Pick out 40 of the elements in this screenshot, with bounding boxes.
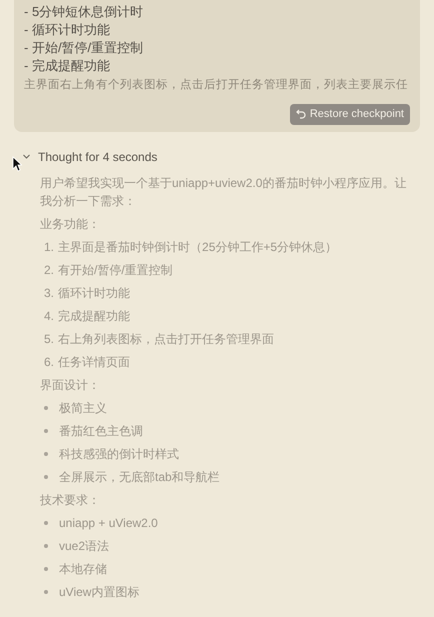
list-number: 2. <box>44 262 54 278</box>
message-line: - 5分钟短休息倒计时 <box>24 3 144 21</box>
list-number: 6. <box>44 354 54 370</box>
list-number: 1. <box>44 238 54 256</box>
list-item-text: vue2语法 <box>59 538 110 554</box>
list-number: 3. <box>44 284 54 302</box>
undo-icon <box>296 109 306 120</box>
list-item-text: 完成提醒功能 <box>58 308 130 324</box>
list-number: 5. <box>44 330 54 348</box>
mouse-pointer-icon <box>12 156 22 172</box>
bullet-icon <box>44 452 48 456</box>
list-item-text: 全屏展示，无底部tab和导航栏 <box>59 468 220 486</box>
list-item-text: uniapp + uView2.0 <box>59 514 158 532</box>
message-line: - 开始/暂停/重置控制 <box>24 39 144 57</box>
list-item-text: 科技感强的倒计时样式 <box>59 446 179 462</box>
bullet-icon <box>44 474 48 478</box>
bullet-icon <box>44 520 48 524</box>
bullet-icon <box>44 566 48 570</box>
thought-paragraph: 用户希望我实现一个基于uniapp+uview2.0的番茄时钟小程序应用。让我分析一下需求： <box>40 174 408 210</box>
list-item-text: 番茄红色主色调 <box>59 422 143 440</box>
list-item-text: 本地存储 <box>59 560 107 578</box>
message-line: - 循环计时功能 <box>24 21 111 39</box>
thought-toggle[interactable]: Thought for 4 seconds <box>22 148 434 166</box>
bullet-icon <box>44 590 48 594</box>
list-item-text: 循环计时功能 <box>58 284 130 302</box>
bullet-icon <box>44 428 48 432</box>
bullet-icon <box>44 406 48 410</box>
section-heading: 技术要求： <box>40 492 101 508</box>
bullet-icon <box>44 544 48 548</box>
list-item-text: uView内置图标 <box>59 584 140 600</box>
list-number: 4. <box>44 308 54 324</box>
list-item-text: 任务详情页面 <box>58 354 130 370</box>
message-line: - 完成提醒功能 <box>24 57 111 75</box>
list-item-text: 有开始/暂停/重置控制 <box>58 262 173 278</box>
section-heading: 业务功能： <box>40 216 101 232</box>
list-item-text: 右上角列表图标，点击打开任务管理界面 <box>58 330 274 348</box>
list-item-text: 主界面是番茄时钟倒计时（25分钟工作+5分钟休息） <box>58 238 338 256</box>
message-line: 主界面右上角有个列表图标，点击后打开任务管理界面，列表主要展示任 <box>24 77 408 93</box>
section-heading: 界面设计： <box>40 376 101 394</box>
list-item-text: 极简主义 <box>59 400 107 416</box>
